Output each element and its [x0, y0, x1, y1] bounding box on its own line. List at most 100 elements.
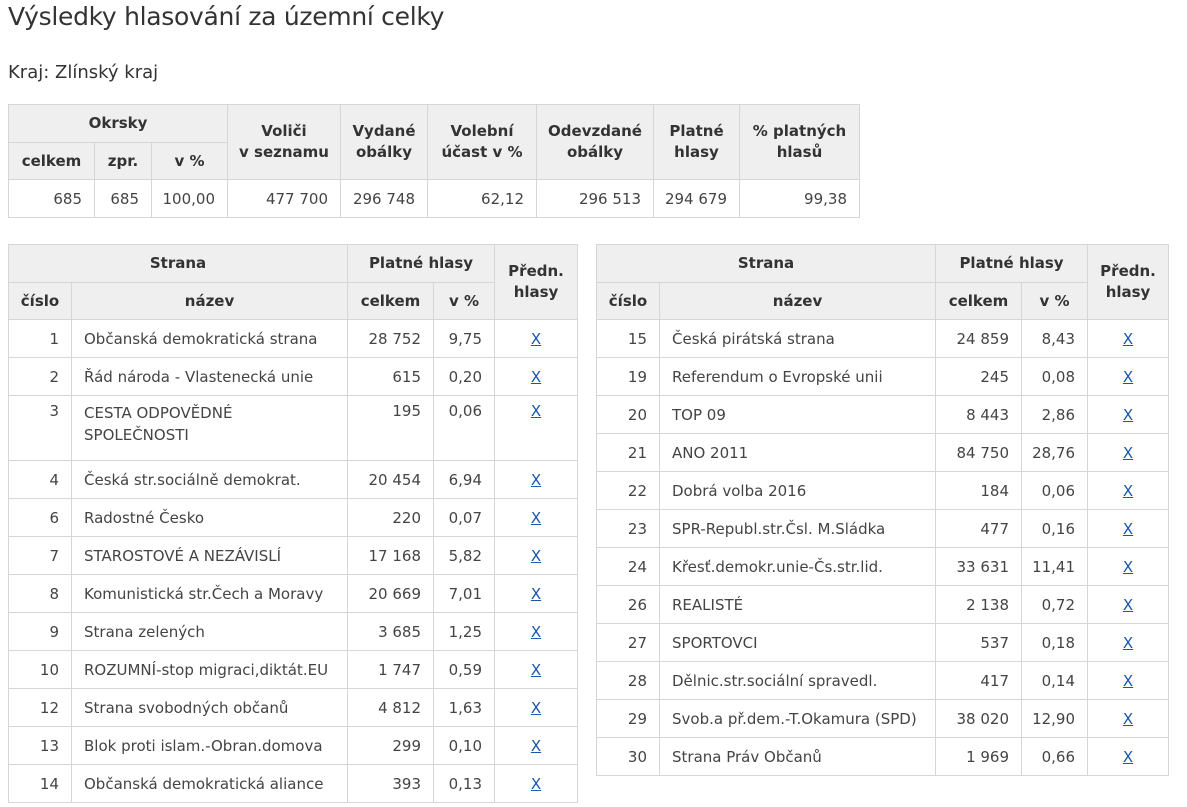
party-votes: 28 752 [347, 319, 435, 358]
preference-votes-link[interactable]: X [531, 330, 541, 348]
header-celkem: celkem [935, 282, 1023, 320]
table-row: 15 Česká pirátská strana 24 859 8,43 X [596, 319, 1170, 358]
page-title: Výsledky hlasování za územní celky [8, 2, 445, 31]
party-pct: 0,10 [433, 726, 496, 765]
party-votes: 184 [935, 471, 1023, 510]
table-row: 28 Dělnic.str.sociální spravedl. 417 0,1… [596, 661, 1170, 700]
okrsky-celkem-value: 685 [8, 179, 95, 218]
party-votes: 24 859 [935, 319, 1023, 358]
party-pct: 0,72 [1021, 585, 1089, 624]
header-celkem: celkem [347, 282, 435, 320]
party-name: Radostné Česko [70, 498, 349, 537]
preference-votes-link[interactable]: X [1123, 444, 1133, 462]
header-nazev: název [658, 282, 937, 320]
preference-votes-link[interactable]: X [1123, 596, 1133, 614]
party-votes: 1 969 [935, 737, 1023, 776]
preference-votes-link[interactable]: X [1123, 634, 1133, 652]
party-name: Řád národa - Vlastenecká unie [70, 357, 349, 396]
party-name: Komunistická str.Čech a Moravy [70, 574, 349, 613]
preference-votes-link[interactable]: X [531, 775, 541, 793]
party-number: 20 [596, 395, 660, 434]
table-row: 12 Strana svobodných občanů 4 812 1,63 X [8, 688, 579, 727]
preference-votes-link[interactable]: X [531, 737, 541, 755]
table-row: 20 TOP 09 8 443 2,86 X [596, 395, 1170, 434]
header-v-pct: v % [433, 282, 496, 320]
header-cislo: číslo [8, 282, 72, 320]
preference-votes-cell: X [1087, 319, 1170, 358]
preference-votes-link[interactable]: X [1123, 406, 1133, 424]
party-number: 12 [8, 688, 72, 727]
odevzdane-value: 296 513 [536, 179, 654, 218]
preference-votes-link[interactable]: X [531, 402, 541, 420]
preference-votes-link[interactable]: X [1123, 330, 1133, 348]
preference-votes-cell: X [1087, 471, 1170, 510]
preference-votes-link[interactable]: X [1123, 710, 1133, 728]
party-votes: 4 812 [347, 688, 435, 727]
preference-votes-link[interactable]: X [531, 585, 541, 603]
preference-votes-link[interactable]: X [531, 661, 541, 679]
header-v-pct: v % [1021, 282, 1089, 320]
party-number: 4 [8, 460, 72, 499]
table-row: 9 Strana zelených 3 685 1,25 X [8, 612, 579, 651]
preference-votes-cell: X [494, 460, 579, 499]
table-row: 6 Radostné Česko 220 0,07 X [8, 498, 579, 537]
preference-votes-link[interactable]: X [1123, 558, 1133, 576]
preference-votes-cell: X [1087, 547, 1170, 586]
party-name: Svob.a př.dem.-T.Okamura (SPD) [658, 699, 937, 738]
table-row: 26 REALISTÉ 2 138 0,72 X [596, 585, 1170, 624]
party-pct: 0,14 [1021, 661, 1089, 700]
table-row: 10 ROZUMNÍ-stop migraci,diktát.EU 1 747 … [8, 650, 579, 689]
party-pct: 0,18 [1021, 623, 1089, 662]
party-pct: 0,66 [1021, 737, 1089, 776]
party-pct: 0,06 [1021, 471, 1089, 510]
party-votes: 17 168 [347, 536, 435, 575]
preference-votes-cell: X [1087, 585, 1170, 624]
party-number: 13 [8, 726, 72, 765]
party-name: Dobrá volba 2016 [658, 471, 937, 510]
table-row: 30 Strana Práv Občanů 1 969 0,66 X [596, 737, 1170, 776]
table-row: 4 Česká str.sociálně demokrat. 20 454 6,… [8, 460, 579, 499]
party-pct: 0,16 [1021, 509, 1089, 548]
party-number: 24 [596, 547, 660, 586]
platne-value: 294 679 [653, 179, 740, 218]
header-predn-hlasy: Předn. hlasy [1087, 244, 1170, 320]
preference-votes-link[interactable]: X [531, 368, 541, 386]
party-votes: 195 [347, 395, 435, 461]
party-name: Česká pirátská strana [658, 319, 937, 358]
preference-votes-link[interactable]: X [531, 509, 541, 527]
vydane-value: 296 748 [340, 179, 428, 218]
volici-value: 477 700 [227, 179, 341, 218]
preference-votes-link[interactable]: X [531, 699, 541, 717]
party-votes: 8 443 [935, 395, 1023, 434]
party-name: Referendum o Evropské unii [658, 357, 937, 396]
party-votes: 220 [347, 498, 435, 537]
party-pct: 1,63 [433, 688, 496, 727]
preference-votes-link[interactable]: X [1123, 368, 1133, 386]
preference-votes-link[interactable]: X [531, 471, 541, 489]
preference-votes-link[interactable]: X [531, 623, 541, 641]
party-name: Křesť.demokr.unie-Čs.str.lid. [658, 547, 937, 586]
preference-votes-link[interactable]: X [531, 547, 541, 565]
party-pct: 5,82 [433, 536, 496, 575]
preference-votes-link[interactable]: X [1123, 520, 1133, 538]
preference-votes-cell: X [1087, 737, 1170, 776]
header-okrsky: Okrsky [8, 104, 228, 143]
header-volebni-ucast: Volební účast v % [427, 104, 537, 180]
table-row: 29 Svob.a př.dem.-T.Okamura (SPD) 38 020… [596, 699, 1170, 738]
party-votes: 84 750 [935, 433, 1023, 472]
header-vydane-obalky: Vydané obálky [340, 104, 428, 180]
party-pct: 0,06 [433, 395, 496, 461]
table-row: 24 Křesť.demokr.unie-Čs.str.lid. 33 631 … [596, 547, 1170, 586]
party-name: ANO 2011 [658, 433, 937, 472]
preference-votes-link[interactable]: X [1123, 482, 1133, 500]
preference-votes-cell: X [494, 395, 579, 461]
summary-table: Okrsky Voliči v seznamu Vydané obálky Vole… [8, 104, 860, 218]
preference-votes-link[interactable]: X [1123, 748, 1133, 766]
party-name: ROZUMNÍ-stop migraci,diktát.EU [70, 650, 349, 689]
header-nazev: název [70, 282, 349, 320]
party-number: 30 [596, 737, 660, 776]
preference-votes-link[interactable]: X [1123, 672, 1133, 690]
header-volici: Voliči v seznamu [227, 104, 341, 180]
party-number: 22 [596, 471, 660, 510]
table-row: 23 SPR-Republ.str.Čsl. M.Sládka 477 0,16… [596, 509, 1170, 548]
